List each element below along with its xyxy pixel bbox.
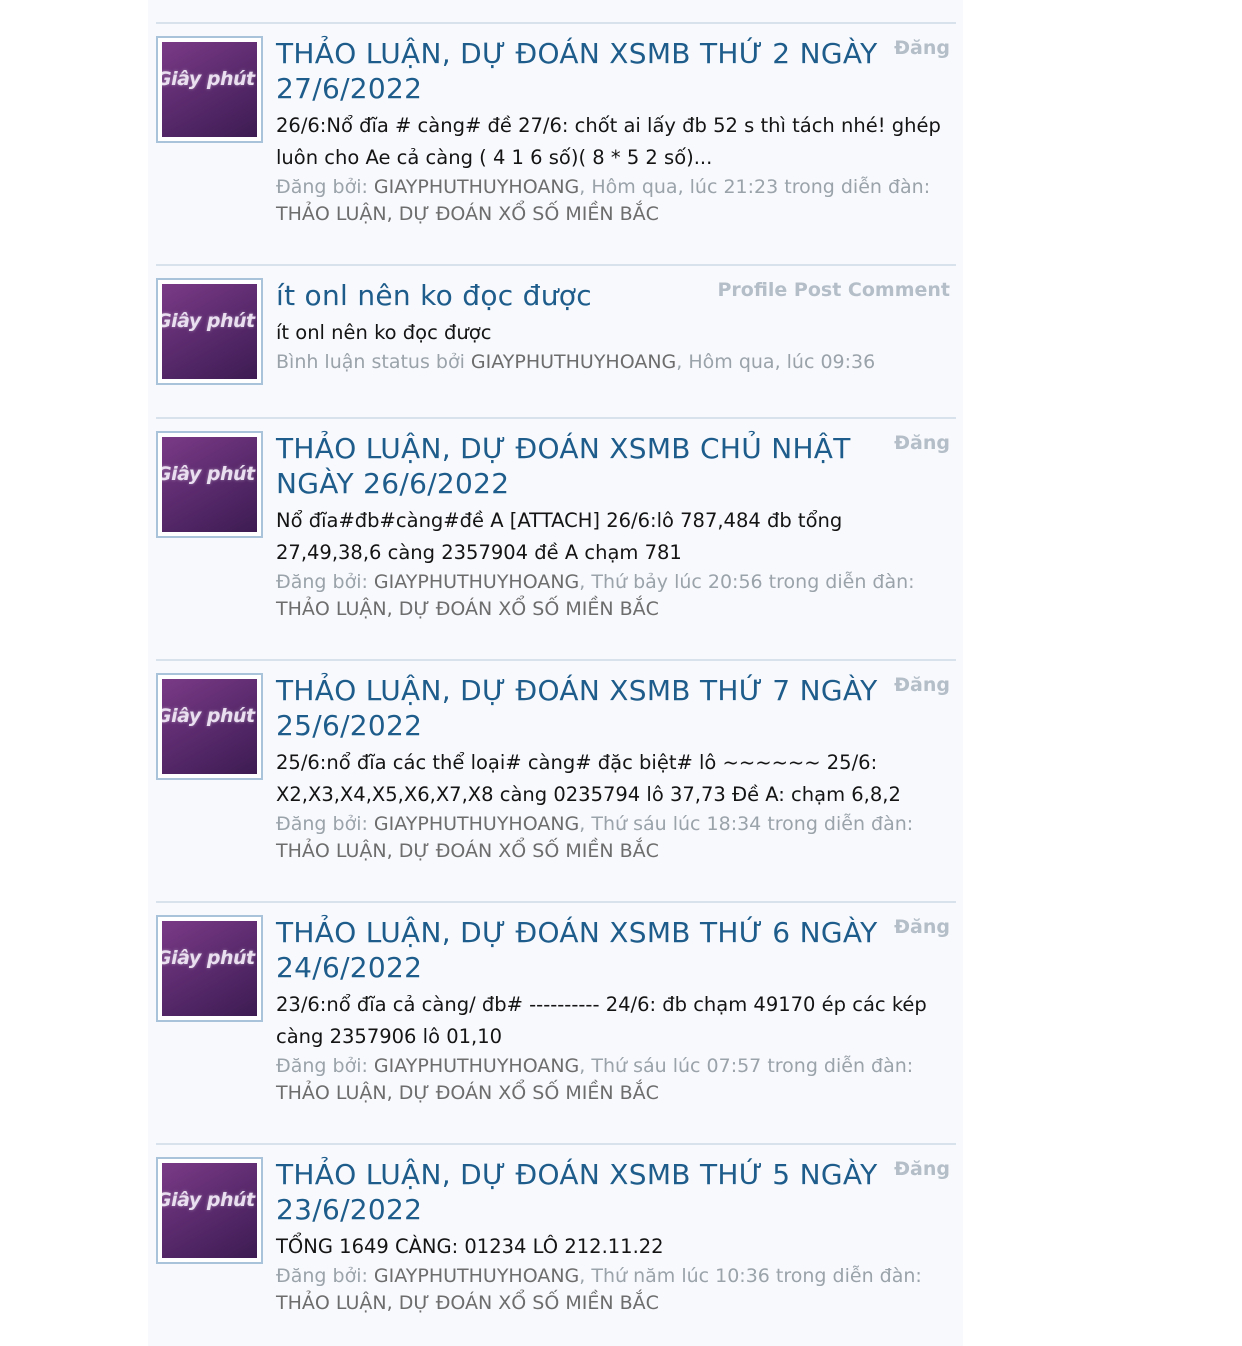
result-title-link[interactable]: ít onl nên ko đọc được	[276, 278, 901, 313]
avatar-image-text: Giây phút huy hoàng	[162, 947, 257, 969]
result-item: Giây phút huy hoàng Đăng THẢO LUẬN, DỰ Đ…	[156, 1143, 956, 1314]
avatar-image: Giây phút huy hoàng	[162, 284, 257, 379]
result-snippet: ít onl nên ko đọc được	[276, 321, 492, 344]
result-meta: Đăng bởi: GIAYPHUTHUYHOANG, Thứ sáu lúc …	[276, 1053, 951, 1107]
result-title-link[interactable]: THẢO LUẬN, DỰ ĐOÁN XSMB CHỦ NHẬT NGÀY 26…	[276, 431, 901, 501]
meta-date: , Thứ sáu lúc 18:34 trong diễn đàn:	[579, 813, 914, 835]
meta-prefix: Đăng bởi:	[276, 813, 374, 835]
meta-date: , Thứ bảy lúc 20:56 trong diễn đàn:	[579, 571, 915, 593]
username-link[interactable]: GIAYPHUTHUYHOANG	[374, 1055, 579, 1077]
avatar-image-text: Giây phút huy hoàng	[162, 68, 257, 90]
meta-prefix: Bình luận status bởi	[276, 351, 471, 373]
result-item: Giây phút huy hoàng Đăng THẢO LUẬN, DỰ Đ…	[156, 417, 956, 620]
result-meta: Đăng bởi: GIAYPHUTHUYHOANG, Thứ năm lúc …	[276, 1263, 951, 1317]
avatar[interactable]: Giây phút huy hoàng	[156, 1157, 263, 1264]
meta-prefix: Đăng bởi:	[276, 176, 374, 198]
username-link[interactable]: GIAYPHUTHUYHOANG	[374, 176, 579, 198]
result-meta: Đăng bởi: GIAYPHUTHUYHOANG, Hôm qua, lúc…	[276, 174, 951, 228]
meta-date: , Hôm qua, lúc 09:36	[676, 351, 876, 373]
result-meta: Đăng bởi: GIAYPHUTHUYHOANG, Thứ sáu lúc …	[276, 811, 951, 865]
username-link[interactable]: GIAYPHUTHUYHOANG	[374, 813, 579, 835]
avatar-image: Giây phút huy hoàng	[162, 437, 257, 532]
avatar[interactable]: Giây phút huy hoàng	[156, 915, 263, 1022]
avatar-image: Giây phút huy hoàng	[162, 42, 257, 137]
username-link[interactable]: GIAYPHUTHUYHOANG	[374, 1265, 579, 1287]
result-item: Giây phút huy hoàng Profile Post Comment…	[156, 264, 956, 385]
result-item: Giây phút huy hoàng Đăng THẢO LUẬN, DỰ Đ…	[156, 659, 956, 862]
avatar-image-text: Giây phút huy hoàng	[162, 705, 257, 727]
search-results-list: Giây phút huy hoàng Đăng THẢO LUẬN, DỰ Đ…	[148, 0, 963, 1346]
avatar-image: Giây phút huy hoàng	[162, 679, 257, 774]
meta-prefix: Đăng bởi:	[276, 1265, 374, 1287]
result-snippet: 26/6:Nổ đĩa # càng# đề 27/6: chốt ai lấy…	[276, 114, 941, 169]
result-snippet: 23/6:nổ đĩa cả càng/ đb# ---------- 24/6…	[276, 993, 927, 1048]
result-meta: Đăng bởi: GIAYPHUTHUYHOANG, Thứ bảy lúc …	[276, 569, 951, 623]
username-link[interactable]: GIAYPHUTHUYHOANG	[471, 351, 676, 373]
forum-link[interactable]: THẢO LUẬN, DỰ ĐOÁN XỔ SỐ MIỀN BẮC	[276, 598, 659, 620]
forum-link[interactable]: THẢO LUẬN, DỰ ĐOÁN XỔ SỐ MIỀN BẮC	[276, 840, 659, 862]
result-snippet: TỔNG 1649 CÀNG: 01234 LÔ 212.11.22	[276, 1235, 664, 1258]
result-item: Giây phút huy hoàng Đăng THẢO LUẬN, DỰ Đ…	[156, 22, 956, 225]
result-title-link[interactable]: THẢO LUẬN, DỰ ĐOÁN XSMB THỨ 2 NGÀY 27/6/…	[276, 36, 901, 106]
meta-date: , Thứ sáu lúc 07:57 trong diễn đàn:	[579, 1055, 914, 1077]
avatar-image: Giây phút huy hoàng	[162, 1163, 257, 1258]
result-title-link[interactable]: THẢO LUẬN, DỰ ĐOÁN XSMB THỨ 6 NGÀY 24/6/…	[276, 915, 901, 985]
result-title-link[interactable]: THẢO LUẬN, DỰ ĐOÁN XSMB THỨ 7 NGÀY 25/6/…	[276, 673, 901, 743]
result-meta: Bình luận status bởi GIAYPHUTHUYHOANG, H…	[276, 349, 951, 376]
meta-prefix: Đăng bởi:	[276, 571, 374, 593]
meta-date: , Hôm qua, lúc 21:23 trong diễn đàn:	[579, 176, 931, 198]
forum-link[interactable]: THẢO LUẬN, DỰ ĐOÁN XỔ SỐ MIỀN BẮC	[276, 1292, 659, 1314]
forum-link[interactable]: THẢO LUẬN, DỰ ĐOÁN XỔ SỐ MIỀN BẮC	[276, 1082, 659, 1104]
avatar-image-text: Giây phút huy hoàng	[162, 310, 257, 332]
result-item: Giây phút huy hoàng Đăng THẢO LUẬN, DỰ Đ…	[156, 901, 956, 1104]
meta-date: , Thứ năm lúc 10:36 trong diễn đàn:	[579, 1265, 922, 1287]
avatar[interactable]: Giây phút huy hoàng	[156, 36, 263, 143]
username-link[interactable]: GIAYPHUTHUYHOANG	[374, 571, 579, 593]
result-snippet: Nổ đĩa#đb#càng#đề A [ATTACH] 26/6:lô 787…	[276, 509, 843, 564]
avatar-image-text: Giây phút huy hoàng	[162, 1189, 257, 1211]
result-snippet: 25/6:nổ đĩa các thể loại# càng# đặc biệt…	[276, 751, 901, 806]
avatar[interactable]: Giây phút huy hoàng	[156, 431, 263, 538]
avatar[interactable]: Giây phút huy hoàng	[156, 278, 263, 385]
avatar-image-text: Giây phút huy hoàng	[162, 463, 257, 485]
avatar[interactable]: Giây phút huy hoàng	[156, 673, 263, 780]
avatar-image: Giây phút huy hoàng	[162, 921, 257, 1016]
result-title-link[interactable]: THẢO LUẬN, DỰ ĐOÁN XSMB THỨ 5 NGÀY 23/6/…	[276, 1157, 901, 1227]
meta-prefix: Đăng bởi:	[276, 1055, 374, 1077]
forum-link[interactable]: THẢO LUẬN, DỰ ĐOÁN XỔ SỐ MIỀN BẮC	[276, 203, 659, 225]
